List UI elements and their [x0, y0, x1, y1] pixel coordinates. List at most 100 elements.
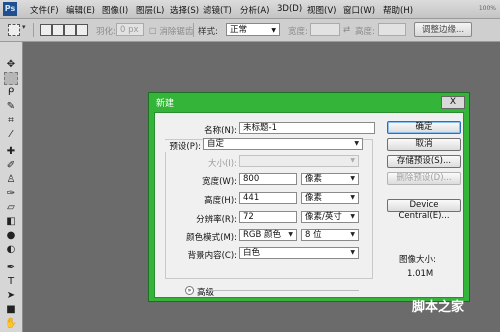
brush-icon[interactable]: ✐	[4, 159, 18, 172]
intersect-selection-icon[interactable]	[76, 24, 88, 36]
menu-bar: Ps 文件(F) 编辑(E) 图像(I) 图层(L) 选择(S) 滤镜(T) 分…	[0, 0, 500, 19]
advanced-label: 高级	[197, 288, 215, 298]
chevron-down-icon[interactable]: ▾	[22, 23, 26, 31]
chevron-down-icon: ▼	[288, 231, 293, 238]
watermark-url: jb51.net	[426, 286, 460, 295]
gradient-icon[interactable]: ◧	[4, 215, 18, 228]
heal-icon[interactable]: ✚	[4, 145, 18, 158]
size-select[interactable]: ▼	[239, 155, 359, 167]
crop-icon[interactable]: ⌗	[4, 114, 18, 127]
width-unit-select[interactable]: 像素 ▼	[301, 173, 359, 185]
new-selection-icon[interactable]	[40, 24, 52, 36]
width-input[interactable]: 800	[239, 173, 297, 185]
lasso-icon[interactable]: ᑭ	[4, 86, 18, 99]
bit-depth-select[interactable]: 8 位 ▼	[301, 229, 359, 241]
quick-select-icon[interactable]: ✎	[4, 100, 18, 113]
menu-view[interactable]: 视图(V)	[307, 4, 336, 16]
height-input[interactable]	[378, 23, 406, 36]
dialog-body: 名称(N): 未标题-1 预设(P): 自定 ▼ 大小(I): ▼ 宽度(W): …	[154, 112, 464, 298]
menu-layer[interactable]: 图层(L)	[136, 4, 164, 16]
style-select[interactable]: 正常 ▼	[226, 23, 280, 36]
chevron-down-icon: ▼	[350, 249, 355, 256]
options-bar: ▾ 羽化: 0 px ☐ 消除锯齿 样式: 正常 ▼ 宽度: ⇄ 高度: 调整边缘…	[0, 19, 500, 42]
watermark-logo: 脚本之家	[412, 300, 465, 315]
resolution-label: 分辨率(R):	[196, 215, 237, 225]
resolution-unit-select[interactable]: 像素/英寸 ▼	[301, 211, 359, 223]
width-input[interactable]	[310, 23, 340, 36]
chevron-down-icon: ▼	[350, 157, 355, 164]
image-size-value: 1.01M	[407, 269, 434, 279]
add-selection-icon[interactable]	[52, 24, 64, 36]
style-label: 样式:	[198, 27, 218, 37]
style-value: 正常	[230, 25, 248, 35]
antialias-checkbox[interactable]: ☐ 消除锯齿	[149, 25, 193, 37]
marquee-preset-icon[interactable]	[8, 24, 20, 36]
chevron-down-icon: ▼	[354, 140, 359, 147]
hand-icon[interactable]: ✋	[4, 317, 18, 330]
chevron-down-icon: ▼	[350, 213, 355, 220]
antialias-label: 消除锯齿	[159, 27, 194, 37]
menu-file[interactable]: 文件(F)	[30, 4, 59, 16]
feather-input[interactable]: 0 px	[116, 23, 144, 36]
menu-filter[interactable]: 滤镜(T)	[203, 4, 232, 16]
height-unit-value: 像素	[305, 193, 323, 203]
subtract-selection-icon[interactable]	[64, 24, 76, 36]
menu-3d[interactable]: 3D(D)	[277, 4, 302, 14]
blur-icon[interactable]: ●	[4, 229, 18, 242]
ok-button[interactable]: 确定	[387, 121, 461, 134]
menu-edit[interactable]: 编辑(E)	[66, 4, 95, 16]
resolution-unit-value: 像素/英寸	[305, 212, 342, 222]
menu-help[interactable]: 帮助(H)	[383, 4, 413, 16]
marquee-icon[interactable]	[4, 72, 18, 85]
background-select[interactable]: 白色 ▼	[239, 247, 359, 259]
pen-icon[interactable]: ✒	[4, 261, 18, 274]
stamp-icon[interactable]: ♙	[4, 173, 18, 186]
type-icon[interactable]: T	[4, 275, 18, 288]
width-unit-value: 像素	[305, 174, 323, 184]
name-input[interactable]: 未标题-1	[239, 122, 375, 134]
new-document-dialog: 新建 X 名称(N): 未标题-1 预设(P): 自定 ▼ 大小(I): ▼ 宽度…	[148, 92, 470, 302]
refine-edge-button[interactable]: 调整边缘...	[414, 22, 472, 37]
shape-icon[interactable]: ■	[4, 303, 18, 316]
height-input[interactable]: 441	[239, 192, 297, 204]
chevron-down-icon: ▼	[350, 194, 355, 201]
history-brush-icon[interactable]: ✑	[4, 187, 18, 200]
height-label: 高度(H):	[204, 196, 237, 206]
delete-preset-button[interactable]: 删除预设(D)...	[387, 172, 461, 185]
resolution-input[interactable]: 72	[239, 211, 297, 223]
toolbox: ✥ ᑭ ✎ ⌗ ⁄ ✚ ✐ ♙ ✑ ▱ ◧ ● ◐ ✒ T ➤ ■ ✋	[0, 42, 23, 332]
cancel-button[interactable]: 取消	[387, 138, 461, 151]
preset-select[interactable]: 自定 ▼	[203, 138, 363, 150]
separator	[33, 23, 34, 37]
path-select-icon[interactable]: ➤	[4, 289, 18, 302]
color-mode-label: 颜色模式(M):	[186, 233, 237, 243]
divider	[209, 290, 359, 291]
eyedropper-icon[interactable]: ⁄	[4, 128, 18, 141]
chevron-down-icon: ▼	[350, 231, 355, 238]
zoom-badge: 100%	[478, 5, 496, 12]
advanced-toggle-icon[interactable]: »	[185, 286, 194, 295]
save-preset-button[interactable]: 存储预设(S)...	[387, 155, 461, 168]
device-central-button[interactable]: Device Central(E)...	[387, 199, 461, 221]
height-label: 高度:	[355, 27, 375, 37]
name-label: 名称(N):	[204, 126, 237, 136]
menu-window[interactable]: 窗口(W)	[343, 4, 375, 16]
feather-label: 羽化:	[96, 27, 116, 37]
height-unit-select[interactable]: 像素 ▼	[301, 192, 359, 204]
dodge-icon[interactable]: ◐	[4, 243, 18, 256]
move-icon[interactable]: ✥	[4, 58, 18, 71]
dialog-title: 新建	[156, 99, 175, 109]
color-mode-select[interactable]: RGB 颜色 ▼	[239, 229, 297, 241]
bit-depth-value: 8 位	[305, 230, 322, 240]
photoshop-logo: Ps	[3, 2, 17, 16]
separator	[193, 23, 194, 37]
width-label: 宽度(W):	[202, 177, 237, 187]
image-size-label: 图像大小:	[399, 255, 436, 265]
eraser-icon[interactable]: ▱	[4, 201, 18, 214]
swap-icon[interactable]: ⇄	[343, 25, 350, 35]
color-mode-value: RGB 颜色	[243, 230, 282, 240]
menu-analysis[interactable]: 分析(A)	[240, 4, 269, 16]
close-button[interactable]: X	[441, 96, 465, 109]
menu-select[interactable]: 选择(S)	[170, 4, 199, 16]
menu-image[interactable]: 图像(I)	[102, 4, 128, 16]
